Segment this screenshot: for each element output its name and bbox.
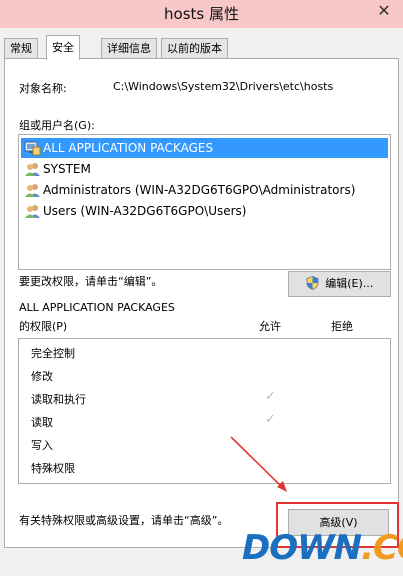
annotation-arrow-icon bbox=[230, 436, 287, 492]
watermark-part1: DOWN bbox=[242, 528, 362, 568]
tab-security[interactable]: 安全 bbox=[46, 35, 80, 60]
watermark-part2: .CC bbox=[361, 528, 403, 568]
down-cc-watermark-logo: DOWN.CC bbox=[242, 528, 403, 568]
